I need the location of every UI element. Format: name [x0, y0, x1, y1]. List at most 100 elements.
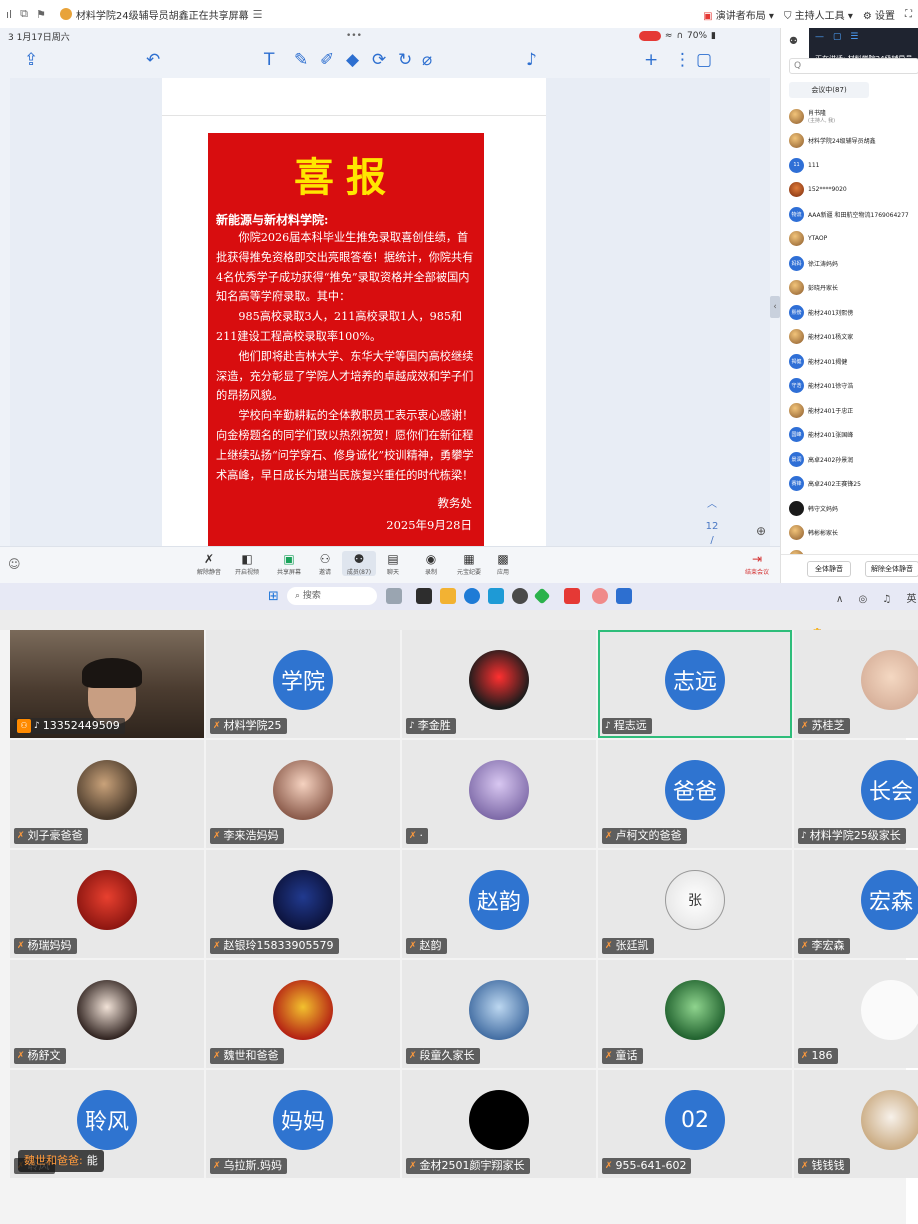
unmute-all-button[interactable]: 解除全体静音 — [865, 561, 918, 577]
window-controls-icon[interactable]: — ▢ ☰ — [815, 32, 861, 42]
external-window-icon[interactable]: ⧉ — [20, 7, 28, 21]
member-list-item[interactable]: 11 111 — [789, 153, 918, 178]
participant-tile[interactable]: ✗ 钱钱钱 — [794, 1070, 918, 1178]
member-avatar — [789, 402, 804, 418]
start-video-button[interactable]: ◧ 开启视频 — [230, 551, 264, 576]
eraser-icon[interactable]: ◆ — [346, 50, 359, 70]
invite-button[interactable]: ⚇ 邀请 — [308, 551, 342, 576]
participant-tile[interactable]: 张 ✗ 张廷凯 — [598, 850, 792, 958]
member-list-item[interactable]: 韩彬彬家长 — [789, 521, 918, 546]
ai-minutes-button[interactable]: ▦ 元宝纪要 — [452, 551, 486, 576]
system-tray[interactable]: ∧ ◎ ♫ 英 ≈ — [836, 590, 918, 605]
apps-button[interactable]: ▩ 应用 — [486, 551, 520, 576]
participant-tile[interactable]: ✗ 186 — [794, 960, 918, 1068]
member-list-item[interactable]: 妈妈 徐江涛妈妈 — [789, 251, 918, 276]
participant-tile[interactable]: ✗ 李来浩妈妈 — [206, 740, 400, 848]
undo-icon[interactable]: ↶ — [146, 50, 160, 70]
participant-tile[interactable]: 志远 ♪ 程志远 — [598, 630, 792, 738]
settings-button[interactable]: ⚙ 设置 — [863, 7, 895, 22]
chat-popup[interactable]: 魏世和爸爸: 能 — [18, 1150, 104, 1172]
participant-tile[interactable]: ✗ 童话 — [598, 960, 792, 1068]
member-list-item[interactable]: 景润 高卓2402孙景润 — [789, 447, 918, 472]
participant-tile[interactable]: ⚇ ♪ 13352449509 — [10, 630, 204, 738]
participant-tile[interactable]: 爸爸 ✗ 卢柯文的爸爸 — [598, 740, 792, 848]
shape-tool-icon[interactable]: ↻ — [398, 50, 412, 70]
participant-tile[interactable]: 妈妈 ✗ 乌拉斯.妈妈 — [206, 1070, 400, 1178]
taskbar-search[interactable]: ⌕ 搜索 — [287, 587, 377, 605]
member-list-item[interactable]: 能材2401于忠正 — [789, 398, 918, 423]
participant-tile[interactable]: ✗ 刘子豪爸爸 — [10, 740, 204, 848]
microphone-icon[interactable]: ♪ — [526, 50, 537, 70]
participant-tile[interactable]: 长会 ♪ 材料学院25级家长 — [794, 740, 918, 848]
host-tools-button[interactable]: ⛉ 主持人工具 ▾ — [784, 7, 853, 22]
pages-icon[interactable]: ▢ — [696, 50, 712, 70]
fullscreen-icon[interactable]: ⛶ — [905, 9, 912, 20]
participant-tile[interactable]: ✗ 杨舒文 — [10, 960, 204, 1068]
member-list-item[interactable]: 肖书隆 (主持人, 我) — [789, 104, 918, 129]
meeting-app-icon[interactable] — [616, 588, 632, 604]
ruler-icon[interactable]: ⌀ — [422, 50, 432, 70]
tab-in-meeting[interactable]: 会议中(87) — [789, 82, 869, 98]
panel-collapse-handle[interactable]: ‹ — [770, 296, 780, 318]
taskbar-app-icon[interactable] — [512, 588, 528, 604]
member-list-item[interactable]: 赛锋 高卓2402王赛锋25 — [789, 472, 918, 497]
participant-tile[interactable]: ♪ 李金胜 — [402, 630, 596, 738]
add-icon[interactable]: + — [644, 50, 658, 70]
participant-tile[interactable]: ✗ 苏桂芝 — [794, 630, 918, 738]
member-list-item[interactable]: 熙傍 能材2401刘熙傍 — [789, 300, 918, 325]
more-vertical-icon[interactable]: ⋮ — [674, 50, 691, 70]
taskbar-app-icon[interactable] — [386, 588, 402, 604]
record-button[interactable]: ◉ 录制 — [414, 551, 448, 576]
member-avatar — [789, 108, 804, 124]
member-list-item[interactable]: 揭健 能材2401揭健 — [789, 349, 918, 374]
participant-tile[interactable]: 赵韵 ✗ 赵韵 — [402, 850, 596, 958]
presenter-layout-button[interactable]: ▣ 演讲者布局 ▾ — [703, 7, 774, 22]
pen-icon[interactable]: ✎ — [294, 50, 308, 70]
more-dots[interactable]: ••• — [346, 31, 362, 41]
taskbar-app-icon[interactable] — [564, 588, 580, 604]
emoji-icon[interactable]: ☺ — [8, 557, 21, 571]
mute-all-button[interactable]: 全体静音 — [807, 561, 851, 577]
highlighter-icon[interactable]: ✐ — [320, 50, 334, 70]
member-list-item[interactable]: 守浩 能材2401徐守浩 — [789, 374, 918, 399]
taskbar-app-icon[interactable] — [488, 588, 504, 604]
zoom-icon[interactable]: ⊕ — [756, 524, 766, 538]
taskbar-app-icon[interactable] — [533, 587, 551, 605]
member-list-item[interactable]: 材料学院24级辅导员胡鑫 — [789, 129, 918, 154]
page-up-icon[interactable]: ︿ — [700, 498, 724, 512]
members-button[interactable]: ⚉ 成员(87) — [342, 551, 376, 576]
participant-tile[interactable]: ✗ 魏世和爸爸 — [206, 960, 400, 1068]
participant-tile[interactable]: ✗ 金材2501颜宇翔家长 — [402, 1070, 596, 1178]
taskbar-app-icon[interactable] — [592, 588, 608, 604]
participant-tile[interactable]: ✗ 赵银玲15833905579 — [206, 850, 400, 958]
member-list-item[interactable]: 国峰 能材2401张国峰 — [789, 423, 918, 448]
participant-tile[interactable]: ✗ · — [402, 740, 596, 848]
member-list-item[interactable]: 彭晓丹家长 — [789, 276, 918, 301]
edge-icon[interactable] — [464, 588, 480, 604]
participant-avatar: 聆风 — [77, 1090, 137, 1150]
unmute-label: 解除静音 — [196, 569, 221, 576]
member-list-item[interactable]: YTAOP — [789, 227, 918, 252]
chat-button[interactable]: ▤ 聊天 — [376, 551, 410, 576]
member-list-item[interactable]: 物流 AAA新疆 和田航空物流1769064277 — [789, 202, 918, 227]
unmute-button[interactable]: ✗ 解除静音 — [192, 551, 226, 576]
member-list-item[interactable]: 152****9020 — [789, 178, 918, 203]
participant-tile[interactable]: 02 ✗ 955-641-602 — [598, 1070, 792, 1178]
end-meeting-button[interactable]: ⇥ 结束会议 — [740, 551, 774, 576]
participant-avatar: 爸爸 — [665, 760, 725, 820]
participant-tile[interactable]: ✗ 杨瑞妈妈 — [10, 850, 204, 958]
mic-muted-icon: ✗ — [409, 1161, 417, 1171]
member-list-item[interactable]: 能材2401杨文家 — [789, 325, 918, 350]
participant-tile[interactable]: 宏森 ✗ 李宏森 — [794, 850, 918, 958]
windows-start-icon[interactable]: ⊞ — [268, 589, 279, 604]
participant-tile[interactable]: 学院 ✗ 材料学院25 — [206, 630, 400, 738]
lasso-icon[interactable]: ⟳ — [372, 50, 386, 70]
text-tool-icon[interactable]: T — [264, 50, 274, 70]
folder-icon[interactable] — [440, 588, 456, 604]
member-list-item[interactable]: 韩守文妈妈 — [789, 496, 918, 521]
export-icon[interactable]: ⇪ — [24, 50, 38, 70]
participant-tile[interactable]: ✗ 段童久家长 — [402, 960, 596, 1068]
share-screen-button[interactable]: ▣ 共享屏幕 — [272, 551, 306, 576]
member-search-input[interactable]: Q — [789, 58, 918, 74]
taskbar-app-icon[interactable] — [416, 588, 432, 604]
